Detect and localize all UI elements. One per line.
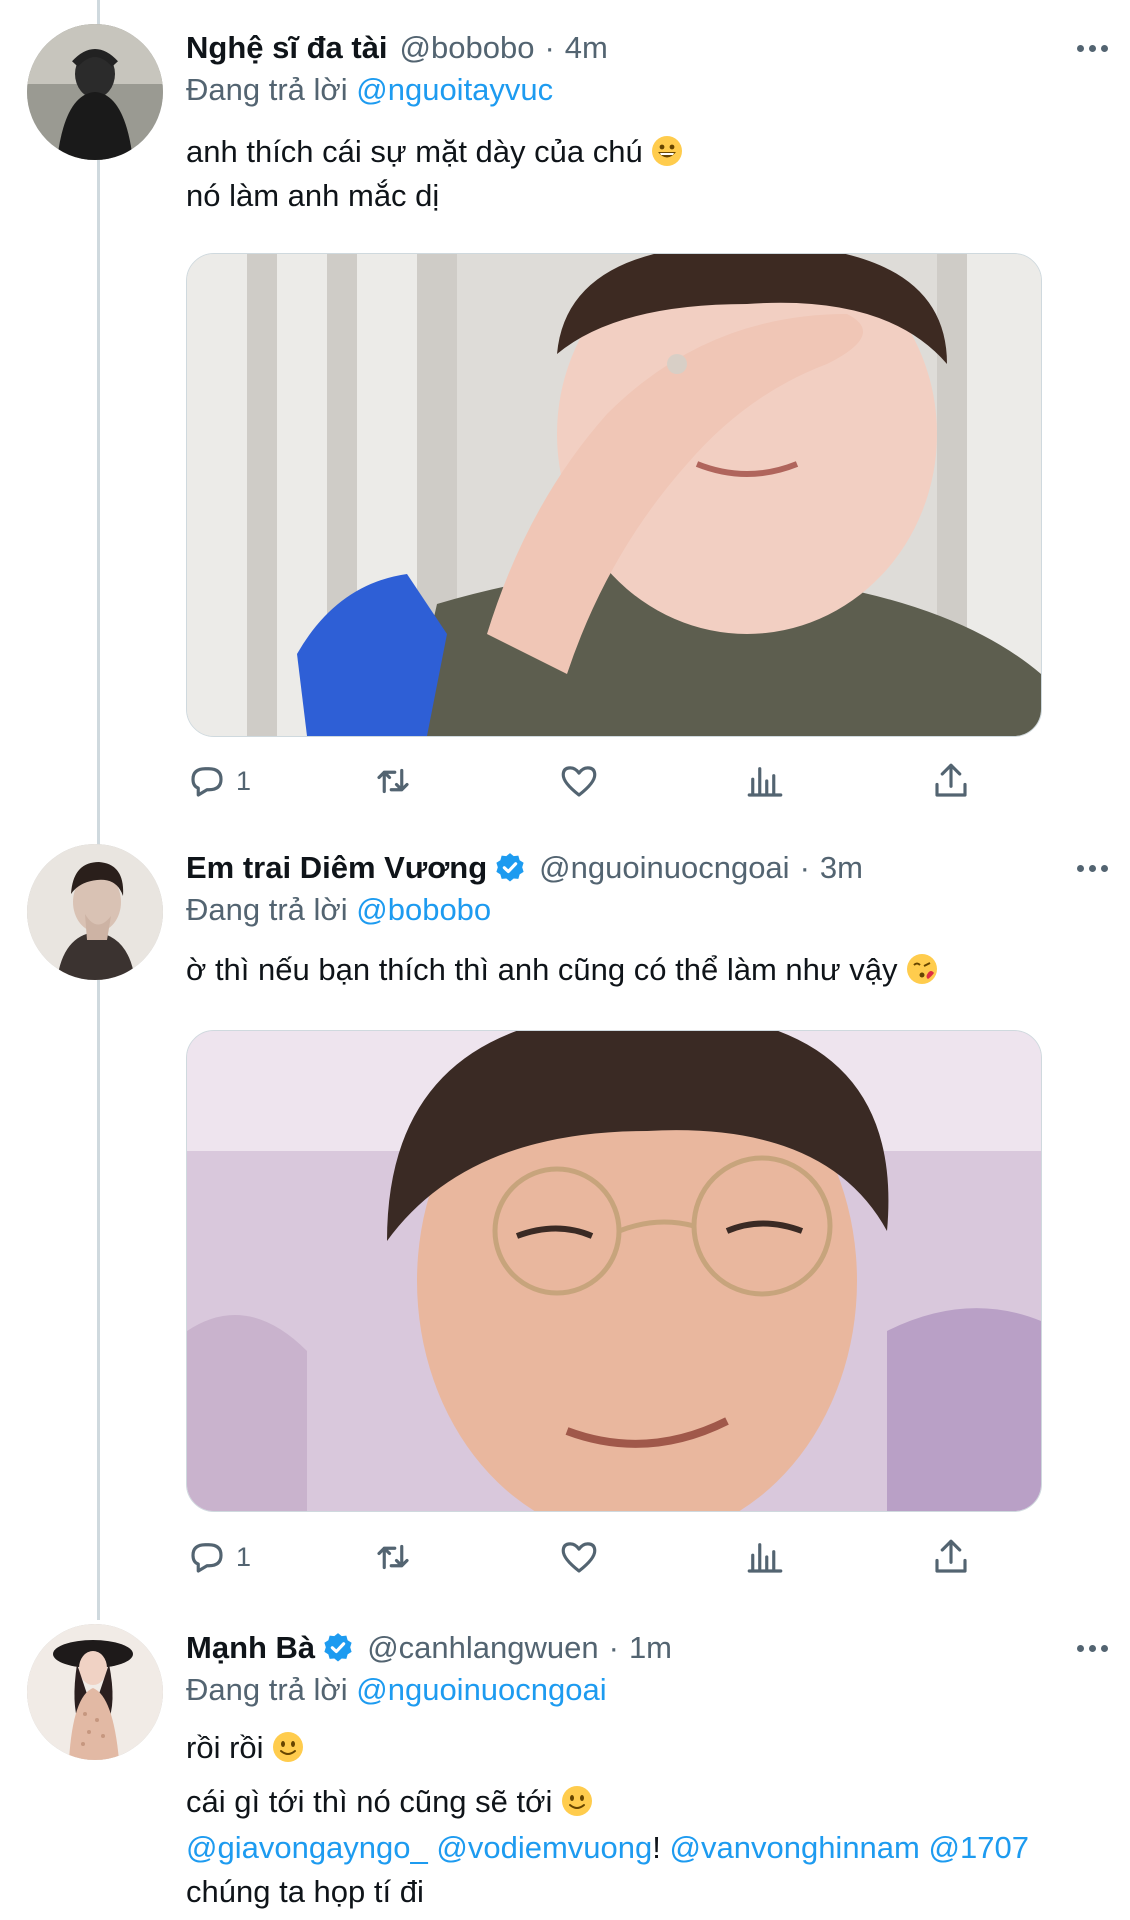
- tweet[interactable]: Nghệ sĩ đa tài @bobobo · 4m Đang trả lời…: [0, 20, 1130, 810]
- replying-to: Đang trả lời @nguoitayvuc: [186, 72, 553, 108]
- like-button[interactable]: [558, 1536, 600, 1578]
- mention-link[interactable]: @1707: [929, 1830, 1029, 1865]
- tweet-line: cái gì tới thì nó cũng sẽ tới: [186, 1784, 553, 1819]
- reply-icon: [191, 1543, 223, 1573]
- replying-label: Đang trả lời: [186, 1672, 348, 1707]
- heart-icon: [561, 1542, 597, 1573]
- replying-label: Đang trả lời: [186, 892, 348, 927]
- tweet-text: ờ thì nếu bạn thích thì anh cũng có thể …: [186, 948, 938, 992]
- mention-link[interactable]: @vanvonghinnam: [670, 1830, 920, 1865]
- tweet-header: Em trai Diêm Vương @nguoinuocngoai · 3m: [186, 848, 863, 888]
- separator: ·: [799, 850, 810, 885]
- retweet-icon: [377, 768, 409, 794]
- replying-to-mention[interactable]: @nguoitayvuc: [356, 72, 553, 107]
- slightly-smiling-face-emoji: [561, 1786, 592, 1816]
- share-icon: [935, 763, 967, 797]
- more-options-icon[interactable]: [1077, 848, 1108, 888]
- reply-count: 1: [236, 765, 252, 796]
- mention-link[interactable]: @vodiemvuong: [436, 1830, 652, 1865]
- timestamp[interactable]: 3m: [820, 850, 863, 886]
- verified-badge-icon: [324, 1633, 352, 1662]
- timestamp[interactable]: 1m: [629, 1630, 672, 1666]
- reply-icon: [191, 767, 223, 797]
- tweet-image[interactable]: [186, 1030, 1042, 1512]
- share-button[interactable]: [930, 760, 972, 802]
- tweet-line: anh thích cái sự mặt dày của chú: [186, 134, 643, 169]
- display-name[interactable]: Mạnh Bà: [186, 1630, 315, 1666]
- avatar[interactable]: [27, 1624, 163, 1760]
- tweet-line: chúng ta họp tí đi: [186, 1874, 424, 1909]
- tweet-line: ờ thì nếu bạn thích thì anh cũng có thể …: [186, 952, 898, 987]
- face-blowing-kiss-emoji: [907, 954, 938, 984]
- display-name[interactable]: Nghệ sĩ đa tài: [186, 30, 388, 66]
- analytics-button[interactable]: [744, 760, 786, 802]
- separator: ·: [608, 1630, 619, 1665]
- heart-icon: [561, 766, 597, 797]
- avatar[interactable]: [27, 24, 163, 160]
- timestamp[interactable]: 4m: [565, 30, 608, 66]
- replying-to-mention[interactable]: @bobobo: [356, 892, 491, 927]
- separator: ·: [544, 30, 555, 65]
- grinning-face-emoji: [652, 136, 683, 166]
- reply-button[interactable]: 1: [186, 1536, 251, 1578]
- avatar[interactable]: [27, 844, 163, 980]
- share-button[interactable]: [930, 1536, 972, 1578]
- analytics-icon: [747, 1543, 783, 1573]
- retweet-button[interactable]: [372, 1536, 414, 1578]
- more-options-icon[interactable]: [1077, 1628, 1108, 1668]
- replying-label: Đang trả lời: [186, 72, 348, 107]
- reply-count: 1: [236, 1541, 252, 1572]
- mention-link[interactable]: @giavongayngo_: [186, 1830, 428, 1865]
- replying-to: Đang trả lời @nguoinuocngoai: [186, 1672, 607, 1708]
- tweet-text: anh thích cái sự mặt dày của chú nó làm …: [186, 130, 683, 218]
- analytics-button[interactable]: [744, 1536, 786, 1578]
- more-options-icon[interactable]: [1077, 28, 1108, 68]
- tweet-actions: 1: [186, 760, 1006, 804]
- tweet[interactable]: Em trai Diêm Vương @nguoinuocngoai · 3m …: [0, 844, 1130, 1614]
- retweet-icon: [377, 1544, 409, 1570]
- tweet-image[interactable]: [186, 253, 1042, 737]
- retweet-button[interactable]: [372, 760, 414, 802]
- analytics-icon: [747, 767, 783, 797]
- handle[interactable]: @canhlangwuen: [367, 1630, 598, 1666]
- tweet-header: Nghệ sĩ đa tài @bobobo · 4m: [186, 28, 608, 68]
- tweet-header: Mạnh Bà @canhlangwuen · 1m: [186, 1628, 672, 1668]
- tweet-actions: 1: [186, 1536, 1006, 1580]
- handle[interactable]: @nguoinuocngoai: [539, 850, 789, 886]
- replying-to-mention[interactable]: @nguoinuocngoai: [356, 1672, 606, 1707]
- tweet-text: rồi rồi cái gì tới thì nó cũng sẽ tới @g…: [186, 1726, 1029, 1914]
- handle[interactable]: @bobobo: [400, 30, 535, 66]
- like-button[interactable]: [558, 760, 600, 802]
- verified-badge-icon: [496, 853, 524, 882]
- exclamation: !: [652, 1830, 661, 1865]
- tweet[interactable]: Mạnh Bà @canhlangwuen · 1m Đang trả lời …: [0, 1624, 1130, 1920]
- tweet-line: rồi rồi: [186, 1730, 264, 1765]
- slightly-smiling-face-emoji: [273, 1732, 304, 1762]
- replying-to: Đang trả lời @bobobo: [186, 892, 491, 928]
- share-icon: [935, 1539, 967, 1573]
- reply-button[interactable]: 1: [186, 760, 251, 802]
- tweet-line: nó làm anh mắc dị: [186, 178, 440, 213]
- display-name[interactable]: Em trai Diêm Vương: [186, 850, 487, 886]
